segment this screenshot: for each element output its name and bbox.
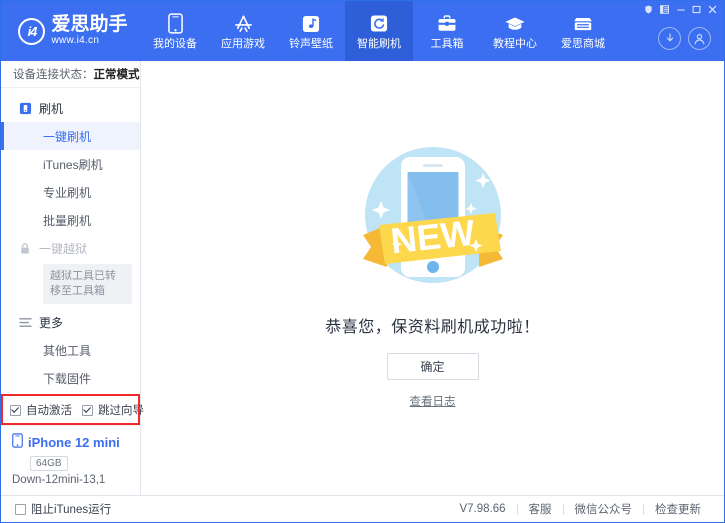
checkbox-box[interactable] <box>10 405 21 416</box>
checkbox-auto-activate[interactable]: 自动激活 <box>10 402 72 418</box>
wechat-official-link[interactable]: 微信公众号 <box>564 501 644 517</box>
sidebar: 设备连接状态： 正常模式 刷机 一键刷机 <box>1 61 141 495</box>
sidebar-item-label: 一键刷机 <box>43 128 91 145</box>
nav-item-aisi-store[interactable]: 爱思商城 <box>549 1 617 61</box>
sidebar-group-jailbreak: 一键越狱 <box>1 234 140 262</box>
nav-label: 智能刷机 <box>357 38 401 50</box>
device-title-row: iPhone 12 mini <box>12 433 140 452</box>
sidebar-item-label: iTunes刷机 <box>43 156 103 173</box>
jailbreak-moved-tooltip: 越狱工具已转移至工具箱 <box>43 264 132 304</box>
checkbox-label: 跳过向导 <box>98 402 144 418</box>
menu-icon[interactable] <box>657 3 672 16</box>
sidebar-group-more[interactable]: 更多 <box>1 308 140 336</box>
checkbox-box[interactable] <box>15 504 26 515</box>
nav-item-tutorial-center[interactable]: 教程中心 <box>481 1 549 61</box>
nav-label: 教程中心 <box>493 38 537 50</box>
maximize-icon[interactable] <box>689 3 704 16</box>
sidebar-group-label: 刷机 <box>39 100 63 117</box>
brand-url: www.i4.cn <box>51 35 127 47</box>
checkbox-block-itunes[interactable]: 阻止iTunes运行 <box>15 501 111 517</box>
device-capacity-badge: 64GB <box>30 456 68 471</box>
graduation-cap-icon <box>504 13 526 35</box>
check-update-link[interactable]: 检查更新 <box>644 501 712 517</box>
sidebar-nav: 刷机 一键刷机 iTunes刷机 专业刷机 批量刷机 <box>1 88 140 394</box>
checkbox-skip-wizard[interactable]: 跳过向导 <box>82 402 144 418</box>
sidebar-item-pro-flash[interactable]: 专业刷机 <box>1 178 140 206</box>
list-icon <box>18 315 32 329</box>
sidebar-bottom: 自动激活 跳过向导 <box>1 394 140 495</box>
nav-item-ringtones-wallpaper[interactable]: 铃声壁纸 <box>277 1 345 61</box>
new-badge-phone-illustration: NEW <box>343 127 523 307</box>
sidebar-group-label: 更多 <box>39 314 63 331</box>
success-message: 恭喜您，保资料刷机成功啦！ <box>325 313 540 337</box>
music-icon <box>302 13 320 35</box>
appstore-icon <box>233 13 254 35</box>
sidebar-item-label: 其他工具 <box>43 342 91 359</box>
main-nav-items: 我的设备 应用游戏 <box>141 1 658 61</box>
top-navigation-bar: i4 爱思助手 www.i4.cn 我的设备 <box>1 1 724 61</box>
status-bar: 阻止iTunes运行 V7.98.66 客服 微信公众号 检查更新 <box>1 495 724 522</box>
confirm-button[interactable]: 确定 <box>387 353 479 380</box>
connected-device-card[interactable]: iPhone 12 mini 64GB Down-12mini-13,1 <box>1 425 140 495</box>
download-icon[interactable] <box>658 27 681 50</box>
sidebar-group-label: 一键越狱 <box>39 240 87 257</box>
brand-name: 爱思助手 <box>51 15 127 35</box>
nav-label: 爱思商城 <box>561 38 605 50</box>
nav-item-apps-games[interactable]: 应用游戏 <box>209 1 277 61</box>
aisi-assistant-window: i4 爱思助手 www.i4.cn 我的设备 <box>0 0 725 523</box>
sidebar-group-flash[interactable]: 刷机 <box>1 94 140 122</box>
view-log-link[interactable]: 查看日志 <box>410 393 456 409</box>
nav-label: 应用游戏 <box>221 38 265 50</box>
device-connection-status: 设备连接状态： 正常模式 <box>1 61 140 88</box>
sidebar-item-download-firmware[interactable]: 下载固件 <box>1 364 140 392</box>
window-body: 设备连接状态： 正常模式 刷机 一键刷机 <box>1 61 724 495</box>
sidebar-item-other-tools[interactable]: 其他工具 <box>1 336 140 364</box>
logo-mark-icon: i4 <box>18 18 45 45</box>
device-identifier: Down-12mini-13,1 <box>12 474 140 486</box>
new-badge-text: NEW <box>388 212 476 262</box>
checkbox-label: 阻止iTunes运行 <box>31 501 111 517</box>
sidebar-item-label: 下载固件 <box>43 370 91 387</box>
sidebar-item-batch-flash[interactable]: 批量刷机 <box>1 206 140 234</box>
nav-label: 工具箱 <box>431 38 464 50</box>
nav-label: 我的设备 <box>153 38 197 50</box>
lock-icon <box>18 241 32 255</box>
skin-icon[interactable] <box>641 3 656 16</box>
nav-label: 铃声壁纸 <box>289 38 333 50</box>
app-version: V7.98.66 <box>448 503 516 515</box>
shop-icon <box>572 13 594 35</box>
nav-item-my-device[interactable]: 我的设备 <box>141 1 209 61</box>
account-icon[interactable] <box>688 27 711 50</box>
toolbox-icon <box>437 13 457 35</box>
sidebar-item-itunes-flash[interactable]: iTunes刷机 <box>1 150 140 178</box>
minimize-icon[interactable] <box>673 3 688 16</box>
nav-item-smart-flash[interactable]: 智能刷机 <box>345 1 413 61</box>
refresh-icon <box>370 13 388 35</box>
device-status-value: 正常模式 <box>94 66 140 82</box>
device-phone-icon <box>12 433 23 452</box>
phone-icon <box>168 13 183 35</box>
checkbox-label: 自动激活 <box>26 402 72 418</box>
flash-options-highlight: 自动激活 跳过向导 <box>1 394 140 425</box>
app-logo[interactable]: i4 爱思助手 www.i4.cn <box>1 1 141 61</box>
device-status-label: 设备连接状态： <box>13 66 94 82</box>
main-content: NEW 恭喜您，保资料刷机成功啦！ 确定 查看日志 <box>141 61 724 495</box>
sidebar-item-label: 专业刷机 <box>43 184 91 201</box>
device-name: iPhone 12 mini <box>28 435 120 451</box>
checkbox-box[interactable] <box>82 405 93 416</box>
close-icon[interactable] <box>705 3 720 16</box>
sidebar-item-one-key-flash[interactable]: 一键刷机 <box>1 122 140 150</box>
sidebar-item-label: 批量刷机 <box>43 212 91 229</box>
window-controls <box>641 3 720 16</box>
status-bar-right: V7.98.66 客服 微信公众号 检查更新 <box>448 501 712 517</box>
nav-item-toolbox[interactable]: 工具箱 <box>413 1 481 61</box>
flash-device-icon <box>18 101 32 115</box>
customer-service-link[interactable]: 客服 <box>518 501 563 517</box>
